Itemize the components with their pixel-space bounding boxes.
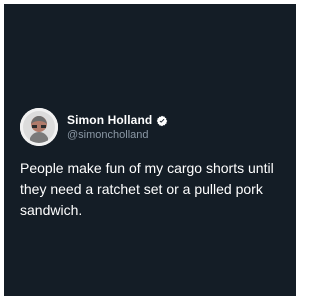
verified-badge-icon: [156, 114, 168, 127]
avatar[interactable]: [20, 108, 58, 146]
tweet-text: People make fun of my cargo shorts until…: [20, 160, 274, 218]
tweet-card: Simon Holland @simoncholland People make…: [4, 4, 296, 296]
name-row: Simon Holland: [67, 113, 168, 127]
tweet-header: Simon Holland @simoncholland: [20, 108, 168, 146]
author-name[interactable]: Simon Holland: [67, 113, 152, 127]
avatar-ring: [20, 108, 58, 146]
user-info: Simon Holland @simoncholland: [67, 113, 168, 141]
author-handle[interactable]: @simoncholland: [67, 129, 168, 141]
